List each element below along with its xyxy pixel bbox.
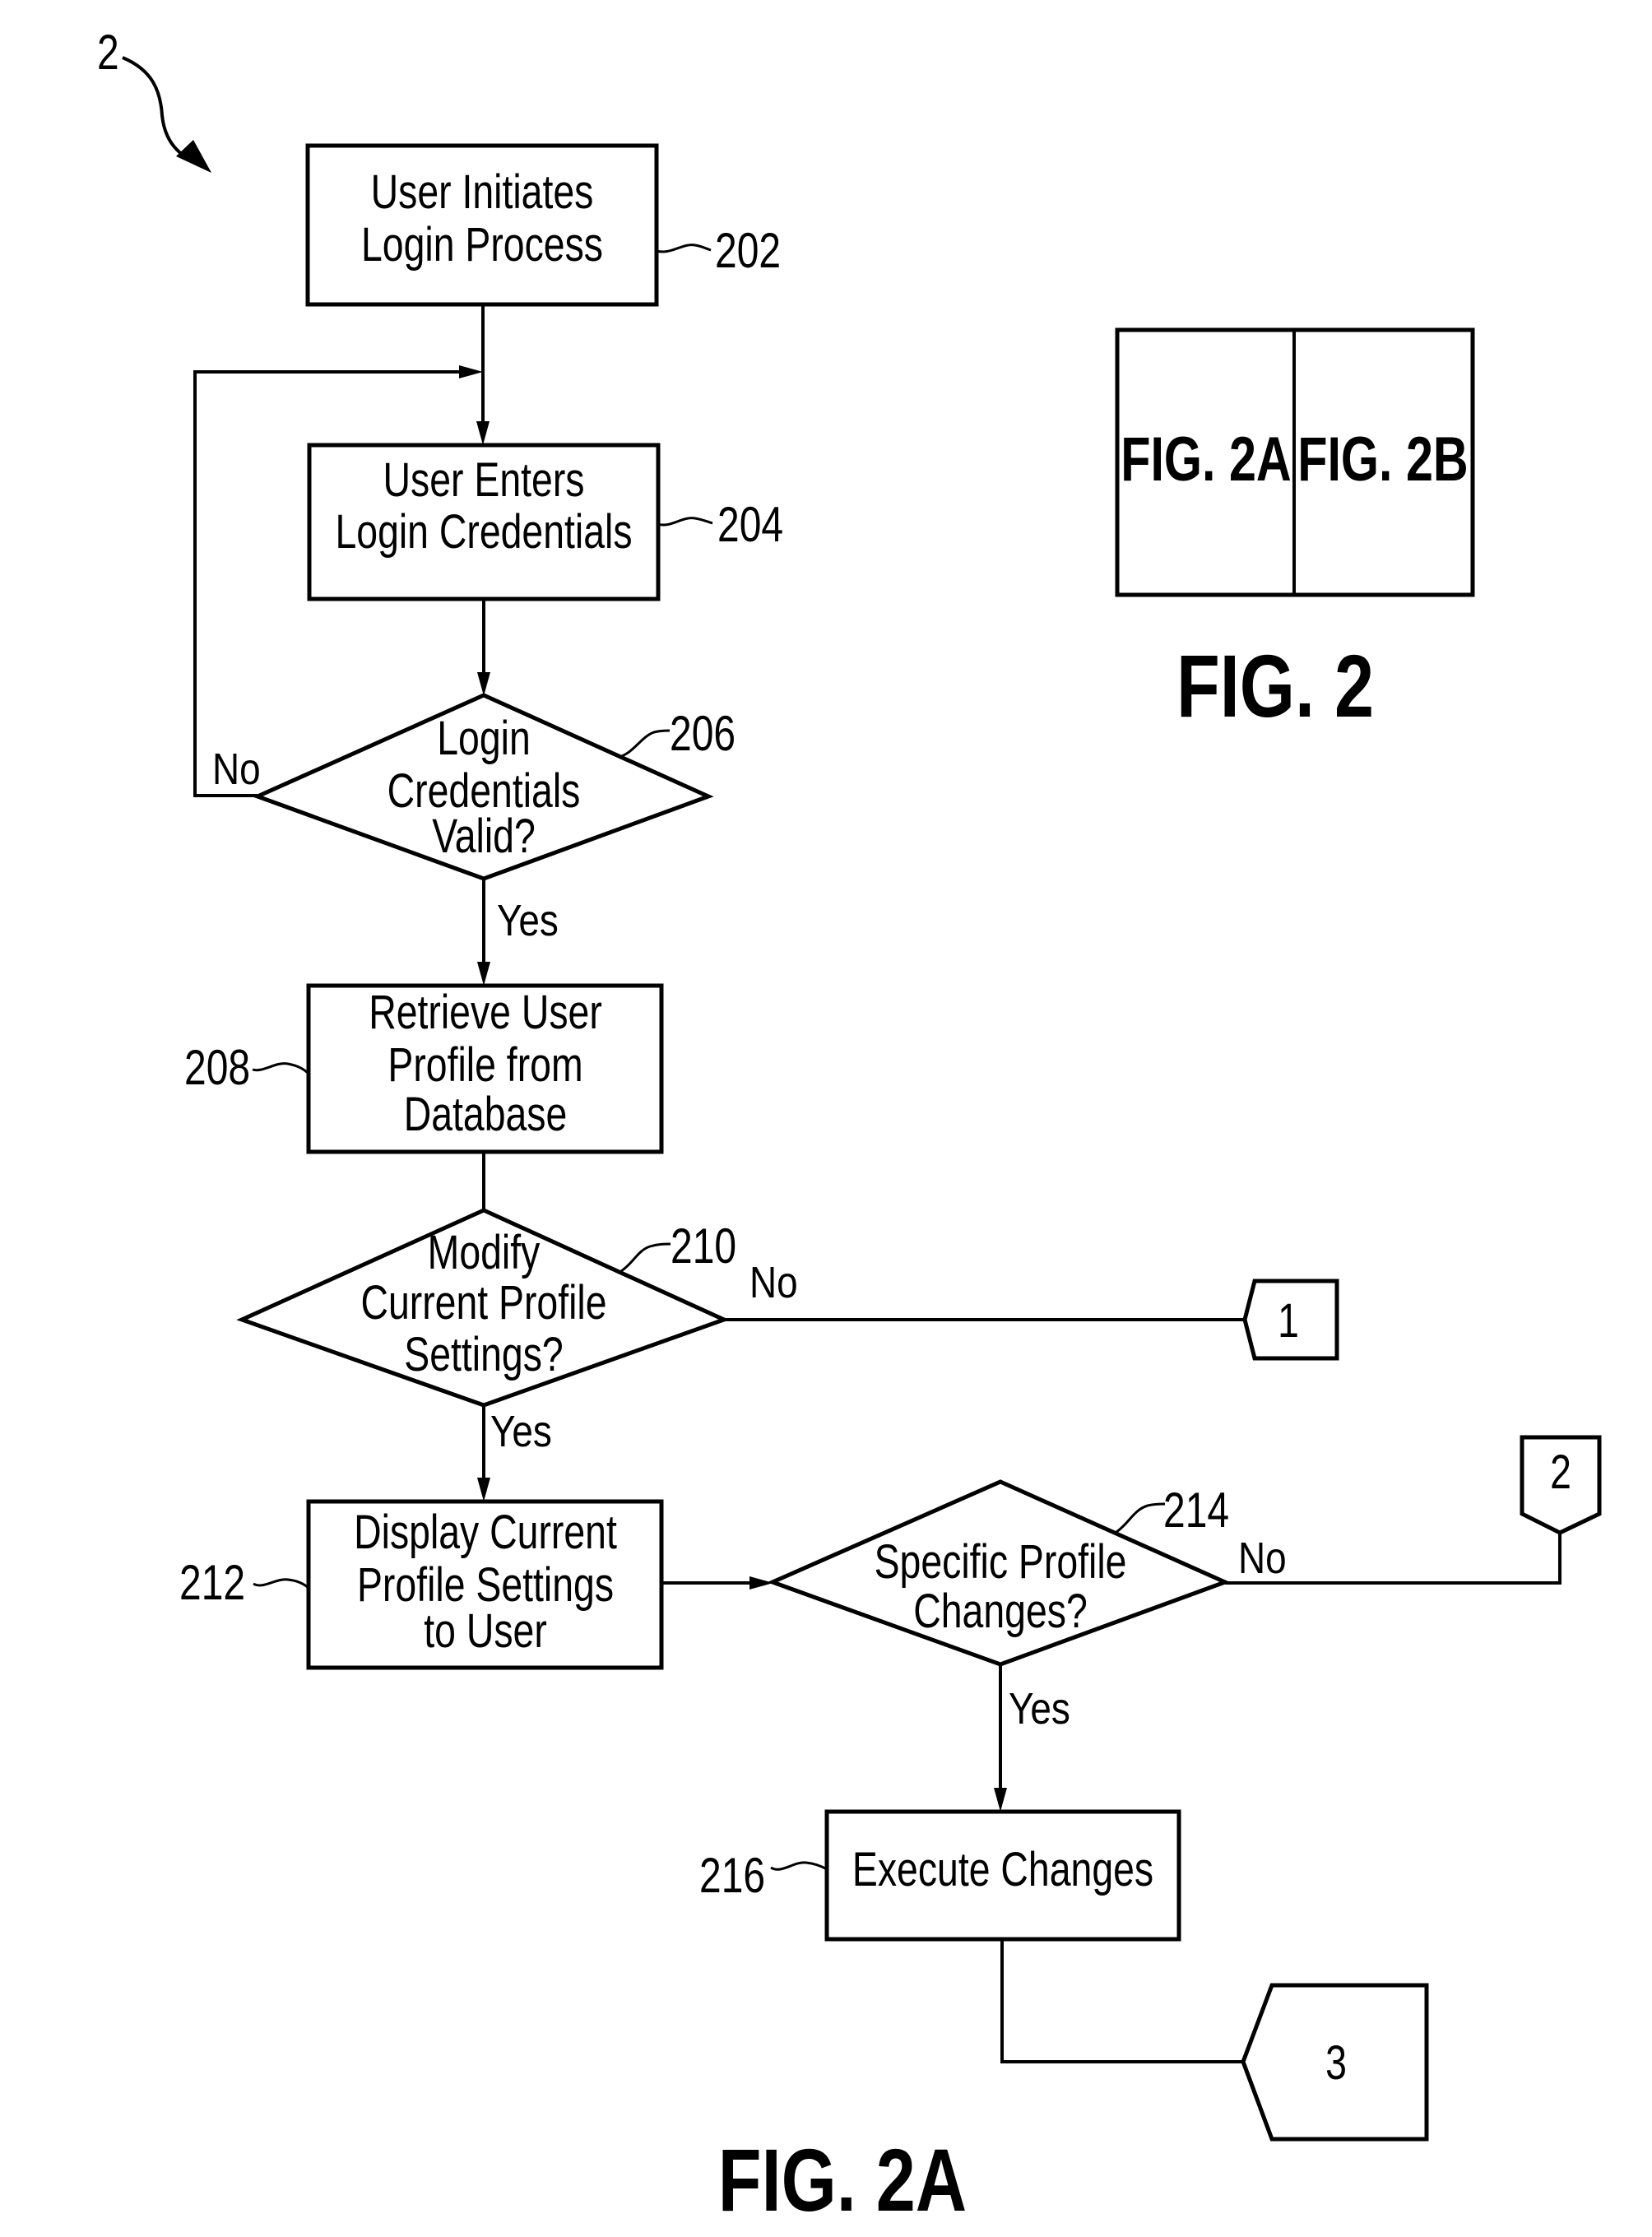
step-204-ref: 204 bbox=[717, 497, 783, 552]
decision-206-ref: 206 bbox=[670, 706, 736, 761]
step-212-line-3: to User bbox=[424, 1604, 547, 1658]
flowchart-canvas: 2 User Initiates Login Process 202 User … bbox=[97, 25, 1602, 2230]
decision-206-line-3: Valid? bbox=[432, 810, 536, 863]
figure-map-caption: FIG. 2 bbox=[1176, 636, 1374, 736]
arrowhead-into-204-icon bbox=[476, 421, 490, 445]
step-204-line-1: User Enters bbox=[383, 453, 585, 507]
step-208-line-1: Retrieve User bbox=[369, 986, 602, 1039]
figure-map-right-label[interactable]: FIG. 2B bbox=[1297, 425, 1468, 494]
decision-210-leader bbox=[620, 1242, 671, 1273]
step-212-ref: 212 bbox=[179, 1555, 245, 1610]
decision-210-line-3: Settings? bbox=[404, 1328, 563, 1381]
flow-216-to-connector-3 bbox=[1000, 1939, 1243, 2063]
step-212-line-1: Display Current bbox=[354, 1506, 617, 1559]
decision-210-line-1: Modify bbox=[428, 1226, 541, 1279]
decision-206-leader bbox=[619, 729, 671, 759]
decision-214-no-label: No bbox=[1238, 1534, 1287, 1583]
step-208-leader bbox=[252, 1062, 310, 1075]
figure-map-left-label[interactable]: FIG. 2A bbox=[1121, 425, 1291, 494]
decision-206-yes-label: Yes bbox=[497, 896, 559, 945]
decision-210-ref: 210 bbox=[671, 1218, 736, 1274]
step-216-line-1: Execute Changes bbox=[852, 1843, 1153, 1896]
decision-214-line-1: Specific Profile bbox=[875, 1535, 1127, 1589]
decision-206-no-label: No bbox=[212, 745, 261, 794]
step-202-ref: 202 bbox=[715, 223, 781, 278]
step-208-ref: 208 bbox=[184, 1040, 250, 1095]
decision-210-no-label: No bbox=[749, 1258, 798, 1307]
step-202-text: User Initiates Login Process bbox=[361, 165, 603, 272]
decision-214-ref: 214 bbox=[1163, 1483, 1229, 1538]
figure-reference-arrowhead-icon bbox=[176, 140, 211, 173]
step-208-line-2: Profile from bbox=[387, 1038, 582, 1092]
arrowhead-into-206-icon bbox=[477, 672, 490, 696]
decision-210-yes-label: Yes bbox=[490, 1407, 552, 1456]
step-202-line-1: User Initiates bbox=[371, 165, 594, 219]
arrowhead-into-216-icon bbox=[994, 1788, 1007, 1812]
step-204-leader bbox=[657, 517, 713, 527]
decision-214-leader bbox=[1116, 1502, 1166, 1534]
step-208-line-3: Database bbox=[404, 1088, 568, 1141]
step-216-ref: 216 bbox=[699, 1848, 765, 1903]
decision-210-line-2: Current Profile bbox=[360, 1276, 606, 1330]
offpage-connector-2-label: 2 bbox=[1550, 1446, 1571, 1499]
arrowhead-loop-icon bbox=[459, 365, 483, 378]
decision-214-yes-label: Yes bbox=[1009, 1684, 1070, 1733]
decision-214-line-2: Changes? bbox=[913, 1585, 1088, 1638]
step-204-line-2: Login Credentials bbox=[335, 505, 632, 559]
arrowhead-into-212-icon bbox=[477, 1478, 490, 1501]
offpage-connector-1-label: 1 bbox=[1278, 1294, 1299, 1348]
figure-caption: FIG. 2A bbox=[718, 2130, 967, 2230]
figure-reference-label: 2 bbox=[97, 25, 119, 80]
decision-206-line-1: Login bbox=[437, 712, 531, 765]
step-216-leader bbox=[770, 1861, 828, 1871]
arrowhead-into-208-icon bbox=[477, 962, 490, 986]
step-202-leader bbox=[656, 244, 712, 253]
step-202-line-2: Login Process bbox=[361, 218, 603, 272]
offpage-connector-3-label: 3 bbox=[1325, 2036, 1347, 2090]
step-212-leader bbox=[253, 1578, 309, 1590]
